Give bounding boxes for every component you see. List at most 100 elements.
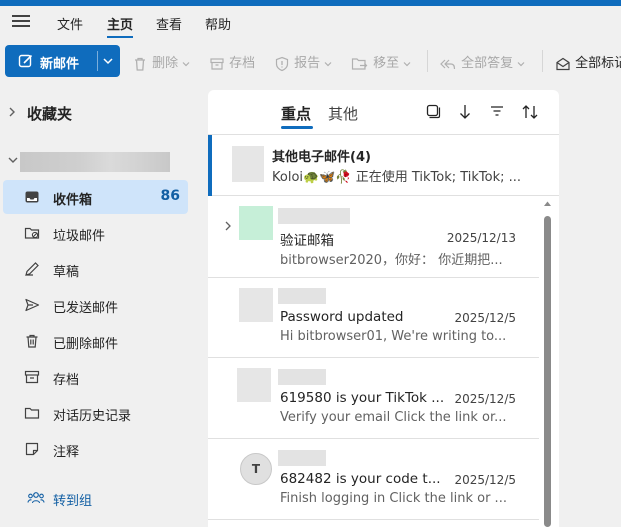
- people-icon: [27, 492, 45, 504]
- message-row[interactable]: 验证邮箱 2025/12/13 bitbrowser2020，你好： 你近期把.…: [208, 197, 539, 278]
- new-mail-label: 新邮件: [40, 57, 80, 72]
- message-row[interactable]: 619580 is your TikTok ... 2025/12/5 Veri…: [208, 358, 539, 439]
- new-mail-split-divider: [97, 51, 98, 71]
- shield-icon: [275, 56, 289, 71]
- menu-tab-home[interactable]: 主页: [107, 14, 133, 33]
- chevron-down-icon[interactable]: [103, 57, 113, 65]
- reply-all-icon: [440, 59, 456, 69]
- filter-icon[interactable]: [489, 103, 505, 119]
- menu-tab-file[interactable]: 文件: [57, 14, 83, 33]
- chevron-right-icon: [9, 107, 15, 117]
- reply-all-label: 全部答复: [461, 56, 514, 71]
- folder-drafts[interactable]: 草稿: [0, 252, 190, 286]
- message-preview: Hi bitbrowser01, We're writing to...: [280, 329, 507, 344]
- compose-icon: [18, 54, 33, 68]
- report-button[interactable]: 报告: [274, 52, 332, 72]
- message-date: 2025/12/13: [446, 231, 516, 245]
- account-header[interactable]: [0, 150, 200, 174]
- message-subject: Password updated: [280, 309, 404, 325]
- sender-name-redacted: [278, 208, 350, 224]
- trash-icon: [135, 57, 145, 71]
- scroll-up-arrow-icon[interactable]: [543, 200, 552, 208]
- mark-all-label: 全部标记: [575, 56, 621, 71]
- message-row[interactable]: T 682482 is your code t... 2025/12/5 Fin…: [208, 439, 539, 520]
- new-mail-button[interactable]: 新邮件: [5, 45, 120, 77]
- tab-other[interactable]: 其他: [328, 103, 358, 124]
- chevron-down-icon: [517, 61, 525, 66]
- message-date: 2025/12/5: [454, 392, 516, 406]
- inbox-icon: [25, 191, 39, 203]
- delete-label: 删除: [152, 56, 179, 71]
- folder-label: 已发送邮件: [53, 301, 119, 316]
- message-preview: bitbrowser2020，你好： 你近期把...: [280, 253, 503, 268]
- envelope-open-icon: [556, 57, 570, 70]
- folder-label: 存档: [53, 373, 80, 388]
- go-to-groups-link[interactable]: 转到组: [27, 488, 187, 510]
- delete-button[interactable]: 删除: [132, 52, 190, 72]
- folder-conversation-history[interactable]: 对话历史记录: [0, 396, 190, 430]
- account-name-redacted: [20, 152, 170, 172]
- message-row[interactable]: Password updated 2025/12/5 Hi bitbrowser…: [208, 277, 539, 358]
- message-date: 2025/12/5: [454, 473, 516, 487]
- folder-junk[interactable]: 垃圾邮件: [0, 216, 190, 250]
- chevron-down-icon: [8, 157, 18, 163]
- folder-notes[interactable]: 注释: [0, 432, 190, 466]
- avatar: T: [240, 453, 272, 485]
- folder-label: 垃圾邮件: [53, 229, 106, 244]
- folder-icon: [24, 407, 40, 419]
- mark-all-read-button[interactable]: 全部标记: [555, 52, 621, 72]
- unread-count-badge: 86: [160, 188, 180, 204]
- arrow-down-icon[interactable]: [458, 103, 472, 121]
- group-title: 其他电子邮件(4): [272, 150, 371, 165]
- tab-focused[interactable]: 重点: [281, 103, 311, 124]
- ribbon-toolbar: 新邮件 删除 存档 报告 移至 全部答复 全部标记: [0, 42, 621, 82]
- menu-tab-help[interactable]: 帮助: [205, 14, 231, 33]
- folder-label: 对话历史记录: [53, 409, 132, 424]
- chevron-down-icon: [403, 61, 411, 66]
- chevron-down-icon: [182, 61, 190, 66]
- folder-deleted[interactable]: 已删除邮件: [0, 324, 190, 358]
- move-to-button[interactable]: 移至: [351, 52, 411, 72]
- report-label: 报告: [294, 56, 321, 71]
- junk-icon: [24, 227, 40, 239]
- scrollbar-thumb[interactable]: [544, 216, 551, 527]
- folder-label: 注释: [53, 445, 80, 460]
- other-mail-group-row[interactable]: 其他电子邮件(4) Koloi🐢🦋🥀 正在使用 TikTok; TikTok; …: [208, 135, 559, 196]
- folder-inbox[interactable]: 收件箱 86: [3, 180, 188, 214]
- favorites-header[interactable]: 收藏夹: [0, 100, 200, 126]
- draft-icon: [25, 262, 39, 276]
- go-to-groups-label: 转到组: [53, 494, 93, 509]
- reply-all-button[interactable]: 全部答复: [439, 52, 525, 72]
- archive-label: 存档: [229, 56, 256, 71]
- message-subject: 验证邮箱: [280, 233, 334, 249]
- sort-icon[interactable]: [521, 103, 539, 121]
- message-date: 2025/12/5: [454, 311, 516, 325]
- ribbon-divider: [427, 50, 428, 72]
- folder-label: 已删除邮件: [53, 337, 119, 352]
- note-icon: [25, 442, 39, 456]
- favorites-label: 收藏夹: [27, 105, 73, 123]
- folder-sent[interactable]: 已发送邮件: [0, 288, 190, 322]
- avatar: [239, 288, 273, 322]
- selected-row-accent: [208, 135, 212, 196]
- sent-icon: [25, 298, 40, 312]
- active-tab-indicator: [107, 36, 133, 38]
- select-checkbox-icon[interactable]: [425, 103, 441, 119]
- chevron-right-icon[interactable]: [224, 220, 232, 232]
- group-preview: Koloi🐢🦋🥀 正在使用 TikTok; TikTok; ...: [272, 170, 522, 185]
- sender-name-redacted: [278, 288, 326, 304]
- folder-label: 收件箱: [53, 193, 93, 208]
- message-list-header: 重点 其他: [208, 90, 559, 134]
- ribbon-divider: [542, 50, 543, 72]
- chevron-down-icon: [324, 61, 332, 66]
- sender-name-redacted: [278, 450, 326, 466]
- message-subject: 619580 is your TikTok ...: [280, 390, 445, 406]
- archive-button[interactable]: 存档: [209, 52, 255, 72]
- message-list-scrollbar[interactable]: [543, 200, 552, 527]
- menu-tab-view[interactable]: 查看: [156, 14, 182, 33]
- avatar: [239, 206, 273, 240]
- archive-icon: [210, 57, 224, 70]
- hamburger-menu-icon[interactable]: [12, 14, 30, 28]
- menu-bar: 文件 主页 查看 帮助: [0, 6, 621, 38]
- folder-archive[interactable]: 存档: [0, 360, 190, 394]
